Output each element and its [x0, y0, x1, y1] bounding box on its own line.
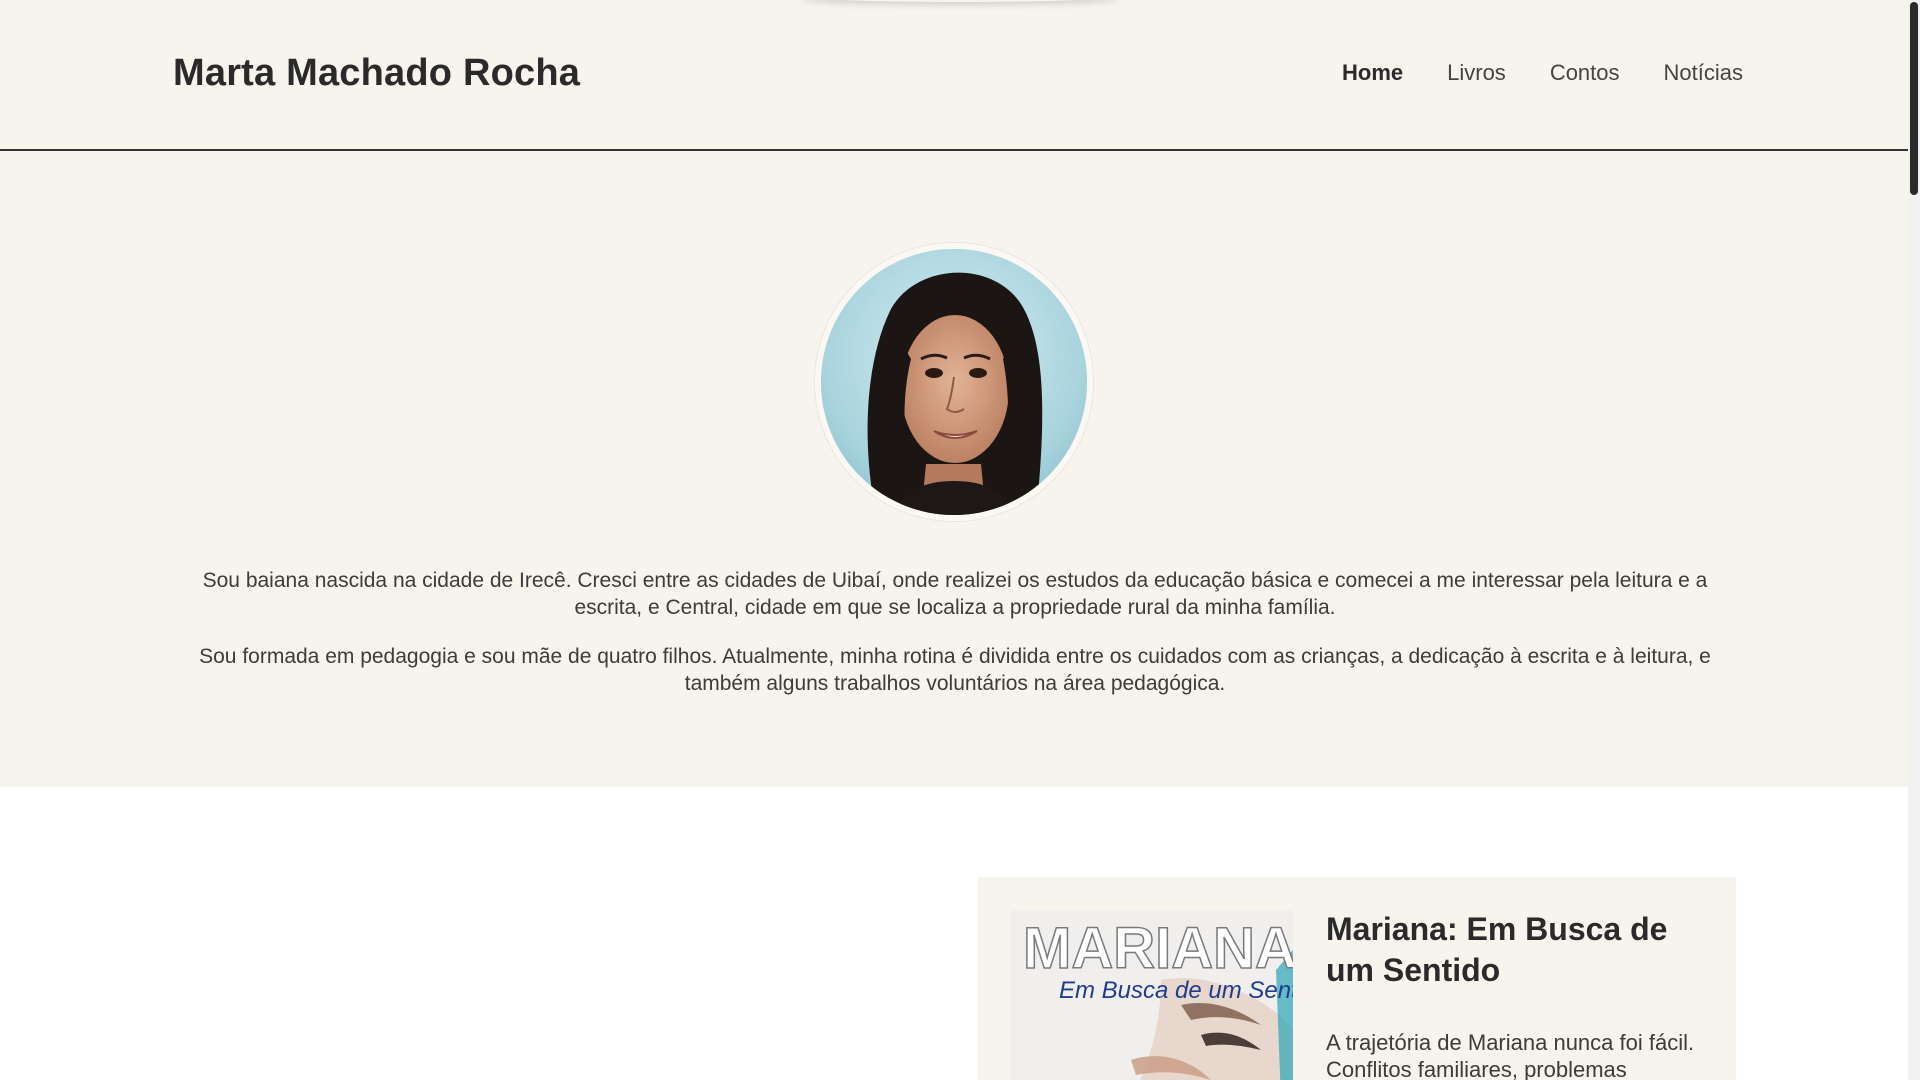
- about-paragraph: Sou baiana nascida na cidade de Irecê. C…: [202, 569, 1708, 619]
- book-cover[interactable]: MARIANA Em Busca de um Sentido: [1011, 910, 1293, 1080]
- book-cover-title: MARIANA: [1023, 916, 1293, 981]
- book-cover-illustration: MARIANA Em Busca de um Sentido: [1011, 910, 1293, 1080]
- about-section: Sou baiana nascida na cidade de Irecê. C…: [0, 151, 1908, 787]
- page: Marta Machado Rocha Home Livros Contos N…: [0, 0, 1920, 1080]
- top-shadow-decoration: [800, 0, 1120, 2]
- author-portrait-illustration: [821, 249, 1087, 515]
- nav-item-livros[interactable]: Livros: [1425, 0, 1528, 151]
- nav-item-noticias[interactable]: Notícias: [1642, 0, 1765, 151]
- main-nav: Home Livros Contos Notícias: [1320, 0, 1765, 153]
- book-card[interactable]: MARIANA Em Busca de um Sentido Mariana: …: [978, 877, 1736, 1080]
- about-paragraph: Sou formada em pedagogia e sou mãe de qu…: [199, 645, 1711, 695]
- book-description: A trajetória de Mariana nunca foi fácil.…: [1326, 1030, 1695, 1080]
- books-section: MARIANA Em Busca de um Sentido Mariana: …: [0, 787, 1908, 1080]
- scrollbar-thumb[interactable]: [1910, 2, 1918, 195]
- about-text: Sou baiana nascida na cidade de Irecê. C…: [170, 567, 1740, 719]
- site-title[interactable]: Marta Machado Rocha: [173, 52, 580, 95]
- author-avatar: [815, 243, 1093, 521]
- site-header: Marta Machado Rocha Home Livros Contos N…: [0, 0, 1908, 153]
- book-cover-subtitle: Em Busca de um Sentido: [1059, 977, 1293, 1004]
- book-title[interactable]: Mariana: Em Busca de um Sentido: [1326, 909, 1706, 991]
- nav-item-contos[interactable]: Contos: [1528, 0, 1642, 151]
- nav-item-home[interactable]: Home: [1320, 0, 1426, 153]
- page-scrollbar[interactable]: [1908, 0, 1920, 1080]
